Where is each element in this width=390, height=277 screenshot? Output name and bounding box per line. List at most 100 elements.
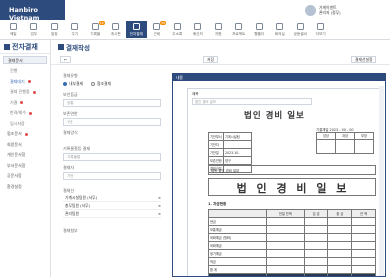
module-more[interactable]: 더보기 [311, 21, 332, 38]
sign-cell[interactable] [316, 138, 336, 154]
info-cell: 기안일 [208, 148, 224, 157]
sidebar-item[interactable]: 결재 진행중 [0, 87, 50, 98]
table-cell[interactable] [303, 225, 329, 234]
avatar[interactable] [305, 4, 316, 16]
sidebar-item[interactable]: 환경설정 [0, 182, 50, 193]
sidebar-item-label: 결재대기 [10, 78, 25, 84]
sidebar-item[interactable]: 임시저장 [0, 119, 50, 130]
table-cell[interactable] [265, 217, 305, 226]
document-editor[interactable]: 제목 법인 경비 일보 법인 경비 일보 기결재일 2023 - 00 - 00… [187, 88, 381, 276]
approval-line-button[interactable]: 결재선설정 [351, 56, 377, 63]
info-cell[interactable]: 영구 [223, 156, 252, 165]
row-label: 보통예금 [208, 225, 267, 234]
module-record[interactable]: 기록물 18 [85, 21, 106, 38]
table-cell[interactable] [303, 233, 329, 242]
table-cell[interactable] [303, 273, 329, 276]
table-cell[interactable] [265, 241, 305, 250]
brand-logo[interactable]: Hanbiro Vietnam [0, 0, 65, 22]
table-cell[interactable] [327, 217, 353, 226]
table-cell[interactable] [327, 241, 353, 250]
table-cell[interactable] [265, 257, 305, 266]
module-calendar[interactable]: 일정 [44, 21, 65, 38]
module-messenger[interactable]: 메신저 [188, 21, 209, 38]
table-cell[interactable] [303, 249, 329, 258]
table-cell[interactable] [265, 273, 305, 276]
table-cell[interactable] [351, 273, 376, 276]
radio-cooperation[interactable] [90, 81, 95, 86]
module-approval[interactable]: 전자결재 [126, 21, 147, 38]
user-profile[interactable]: 가게이겐트 관리자 (정무) [305, 2, 388, 18]
approver-item[interactable]: 기계시설팀원 (서무) × [63, 194, 161, 202]
period-select[interactable]: 1년 [63, 118, 161, 126]
table-cell[interactable] [265, 225, 305, 234]
ref-select[interactable]: 기안 [63, 172, 161, 180]
table-cell[interactable] [327, 233, 353, 242]
table-cell[interactable] [265, 233, 305, 242]
approver-item[interactable]: 총무팀원 (서무) × [63, 202, 161, 210]
more-icon [317, 23, 325, 30]
table-cell[interactable] [351, 265, 376, 274]
sidebar-item[interactable]: 공문서함 [0, 171, 50, 182]
sidebar-item[interactable]: 진행 [0, 66, 50, 77]
info-cell: 기안자 [208, 140, 224, 149]
table-cell[interactable] [327, 225, 353, 234]
table-header [208, 209, 267, 218]
sidebar-item[interactable]: 반려/회수 [0, 108, 50, 119]
table-cell[interactable] [351, 217, 376, 226]
save-button[interactable]: 저장 [203, 56, 218, 63]
info-cell[interactable]: 기계시설팀 [223, 132, 252, 141]
table-cell[interactable] [327, 273, 353, 276]
back-button[interactable]: ← [60, 56, 72, 63]
sidebar-item[interactable]: 회람문서 [0, 140, 50, 151]
module-board[interactable]: 게시판 [106, 21, 127, 38]
table-cell[interactable] [327, 257, 353, 266]
module-mail[interactable]: 메일 [3, 21, 24, 38]
module-project[interactable]: 프로젝트 [229, 21, 250, 38]
module-cycle[interactable]: 주기 [65, 21, 86, 38]
sidebar-item-label: 개인문서함 [7, 152, 26, 157]
sign-cell[interactable] [354, 138, 374, 154]
sidebar-item[interactable]: 협조문서 [0, 129, 50, 140]
sign-cell[interactable] [335, 138, 355, 154]
table-cell[interactable] [351, 225, 376, 234]
module-folder[interactable]: 웹폴더 [249, 21, 270, 38]
row-label: 현금 [208, 217, 267, 226]
row-label: 적금 [208, 257, 267, 266]
new-document-button[interactable]: 결재문서 [3, 56, 47, 64]
module-contacts[interactable]: 주소록 [167, 21, 188, 38]
module-label: 전자결재 [129, 31, 143, 36]
module-resource[interactable]: 자원 [208, 21, 229, 38]
table-cell[interactable] [265, 249, 305, 258]
info-cell[interactable]: 2023-10- [223, 148, 252, 157]
table-cell[interactable] [327, 265, 353, 274]
module-equipment[interactable]: 공동설비 [290, 21, 311, 38]
info-row: 기안일 2023-10- [208, 148, 252, 157]
module-label: 메신저 [192, 31, 203, 36]
sidebar-item[interactable]: 결재대기 [0, 77, 50, 88]
radio-internal[interactable] [63, 81, 67, 86]
dept-input[interactable]: 기록물철 [63, 153, 161, 161]
table-cell[interactable] [327, 249, 353, 258]
table-cell[interactable] [303, 257, 329, 266]
table-cell[interactable] [265, 265, 305, 274]
subject-input[interactable]: 법인 경비 일보 [192, 98, 312, 105]
sidebar-item[interactable]: 부서문서함 [0, 161, 50, 172]
table-cell[interactable] [303, 265, 329, 274]
sidebar-item[interactable]: 개인문서함 [0, 150, 50, 161]
table-cell[interactable] [303, 217, 329, 226]
module-attendance[interactable]: 근태 39 [147, 21, 168, 38]
sidebar-item[interactable]: 기결 [0, 98, 50, 109]
module-task[interactable]: 업무 [24, 21, 45, 38]
table-cell[interactable] [303, 241, 329, 250]
table-cell[interactable] [351, 257, 376, 266]
record-icon [91, 23, 99, 30]
scrollbar[interactable] [379, 86, 384, 276]
table-cell[interactable] [351, 233, 376, 242]
table-cell[interactable] [351, 241, 376, 250]
approver-item[interactable]: 관리팀원 × [63, 210, 161, 218]
module-meeting[interactable]: 회의실 [270, 21, 291, 38]
security-select[interactable]: 공통 [63, 99, 161, 107]
info-cell[interactable] [223, 140, 252, 149]
table-cell[interactable] [351, 249, 376, 258]
subject-label: 제목 [192, 92, 199, 96]
